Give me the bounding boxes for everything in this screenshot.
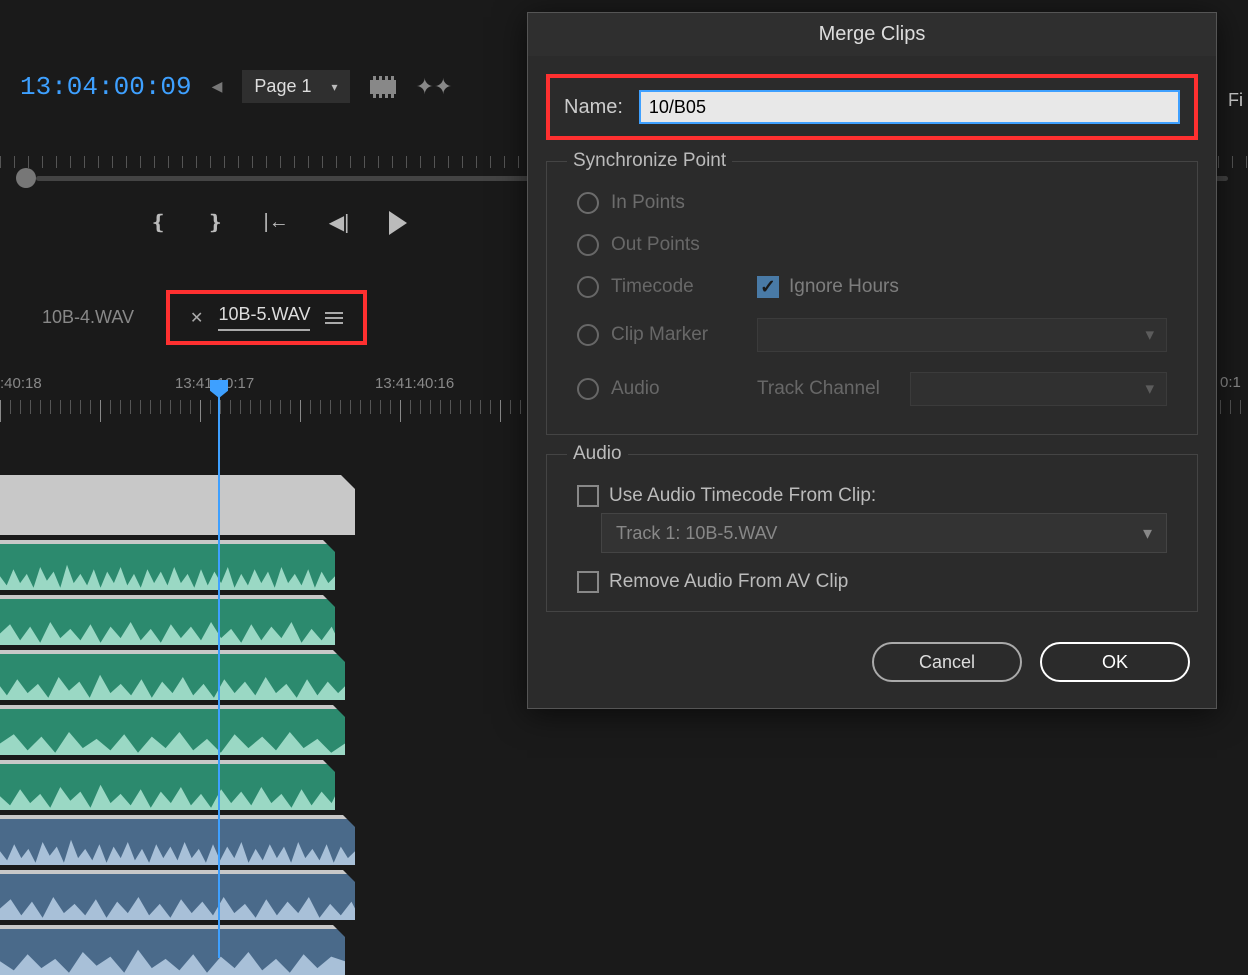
radio-icon: [577, 192, 599, 214]
ruler-label: :40:18: [0, 375, 42, 392]
play-icon[interactable]: [389, 211, 407, 235]
radio-icon: [577, 276, 599, 298]
close-icon[interactable]: ✕: [190, 308, 203, 328]
ignore-hours-checkbox[interactable]: ✓ Ignore Hours: [757, 276, 899, 298]
checkbox-empty-icon: [577, 485, 599, 507]
audio-track[interactable]: [0, 760, 335, 810]
select-value: Track 1: 10B-5.WAV: [616, 523, 777, 544]
cutoff-timecode: 0:1: [1220, 374, 1248, 391]
tab-active-label: 10B-5.WAV: [218, 304, 310, 325]
audio-group: Audio Use Audio Timecode From Clip: Trac…: [546, 443, 1198, 612]
radio-label: Out Points: [611, 234, 700, 256]
go-to-in-icon[interactable]: |←: [264, 211, 289, 234]
audio-track[interactable]: [0, 650, 345, 700]
cancel-button[interactable]: Cancel: [872, 642, 1022, 682]
chevron-down-icon: ▾: [331, 80, 337, 94]
clip-marker-select[interactable]: ▾: [757, 318, 1167, 352]
mark-in-icon[interactable]: ❴: [150, 210, 167, 235]
checkbox-checked-icon: ✓: [757, 276, 779, 298]
track-channel-select[interactable]: ▾: [910, 372, 1167, 406]
film-icon[interactable]: [370, 76, 396, 98]
radio-label: Clip Marker: [611, 324, 708, 346]
radio-timecode-row: Timecode ✓ Ignore Hours: [567, 266, 1177, 308]
audio-track[interactable]: [0, 925, 345, 975]
audio-track-select[interactable]: Track 1: 10B-5.WAV ▾: [601, 513, 1167, 553]
name-input[interactable]: [639, 90, 1180, 124]
radio-out-points[interactable]: Out Points: [567, 224, 1177, 266]
radio-clip-marker-row: Clip Marker ▾: [567, 308, 1177, 362]
merge-clips-dialog: Merge Clips Name: Synchronize Point In P…: [527, 12, 1217, 709]
checkbox-label: Use Audio Timecode From Clip:: [609, 485, 876, 507]
tab-menu-icon[interactable]: [325, 312, 343, 324]
chevron-down-icon: ▾: [1145, 379, 1154, 399]
video-clip[interactable]: [0, 475, 355, 535]
page-dropdown[interactable]: Page 1 ▾: [242, 70, 349, 103]
checkbox-empty-icon: [577, 571, 599, 593]
remove-audio-checkbox[interactable]: Remove Audio From AV Clip: [567, 553, 1177, 593]
sync-legend: Synchronize Point: [567, 150, 732, 172]
radio-in-points[interactable]: In Points: [567, 182, 1177, 224]
radio-label: Audio: [611, 378, 660, 400]
chevron-down-icon: ▾: [1145, 325, 1154, 345]
tab-active[interactable]: 10B-5.WAV: [218, 304, 310, 331]
waveform-icon[interactable]: ✦✦: [416, 74, 453, 100]
active-tab-highlight: ✕ 10B-5.WAV: [166, 290, 367, 345]
radio-icon: [577, 324, 599, 346]
radio-timecode[interactable]: Timecode: [577, 276, 727, 298]
track-channel-label: Track Channel: [757, 378, 880, 400]
name-label: Name:: [564, 96, 623, 119]
radio-clip-marker[interactable]: Clip Marker: [577, 324, 727, 346]
dialog-title: Merge Clips: [528, 13, 1216, 56]
audio-track[interactable]: [0, 705, 345, 755]
radio-audio-row: Audio Track Channel ▾: [567, 362, 1177, 416]
audio-track[interactable]: [0, 540, 335, 590]
playhead[interactable]: [218, 380, 220, 958]
radio-audio[interactable]: Audio: [577, 378, 727, 400]
ruler-label: 13:41:40:16: [375, 375, 454, 392]
step-back-icon[interactable]: ◀|: [329, 210, 350, 235]
radio-icon: [577, 234, 599, 256]
audio-track[interactable]: [0, 595, 335, 645]
ok-button[interactable]: OK: [1040, 642, 1190, 682]
tab-inactive[interactable]: 10B-4.WAV: [40, 299, 136, 336]
radio-label: In Points: [611, 192, 685, 214]
cutoff-button[interactable]: Fi: [1228, 90, 1248, 111]
radio-icon: [577, 378, 599, 400]
synchronize-point-group: Synchronize Point In Points Out Points T…: [546, 150, 1198, 435]
checkbox-label: Ignore Hours: [789, 276, 899, 298]
page-dropdown-label: Page 1: [254, 76, 311, 97]
prev-arrow-icon[interactable]: ◀: [212, 78, 223, 95]
name-row-highlight: Name:: [546, 74, 1198, 140]
timecode-display[interactable]: 13:04:00:09: [20, 72, 192, 102]
audio-track[interactable]: [0, 870, 355, 920]
scroll-handle-icon[interactable]: [16, 168, 36, 188]
radio-label: Timecode: [611, 276, 694, 298]
checkbox-label: Remove Audio From AV Clip: [609, 571, 848, 593]
audio-track[interactable]: [0, 815, 355, 865]
use-audio-timecode-checkbox[interactable]: Use Audio Timecode From Clip:: [567, 475, 1177, 507]
mark-out-icon[interactable]: ❵: [207, 210, 224, 235]
audio-legend: Audio: [567, 443, 628, 465]
chevron-down-icon: ▾: [1143, 523, 1152, 544]
